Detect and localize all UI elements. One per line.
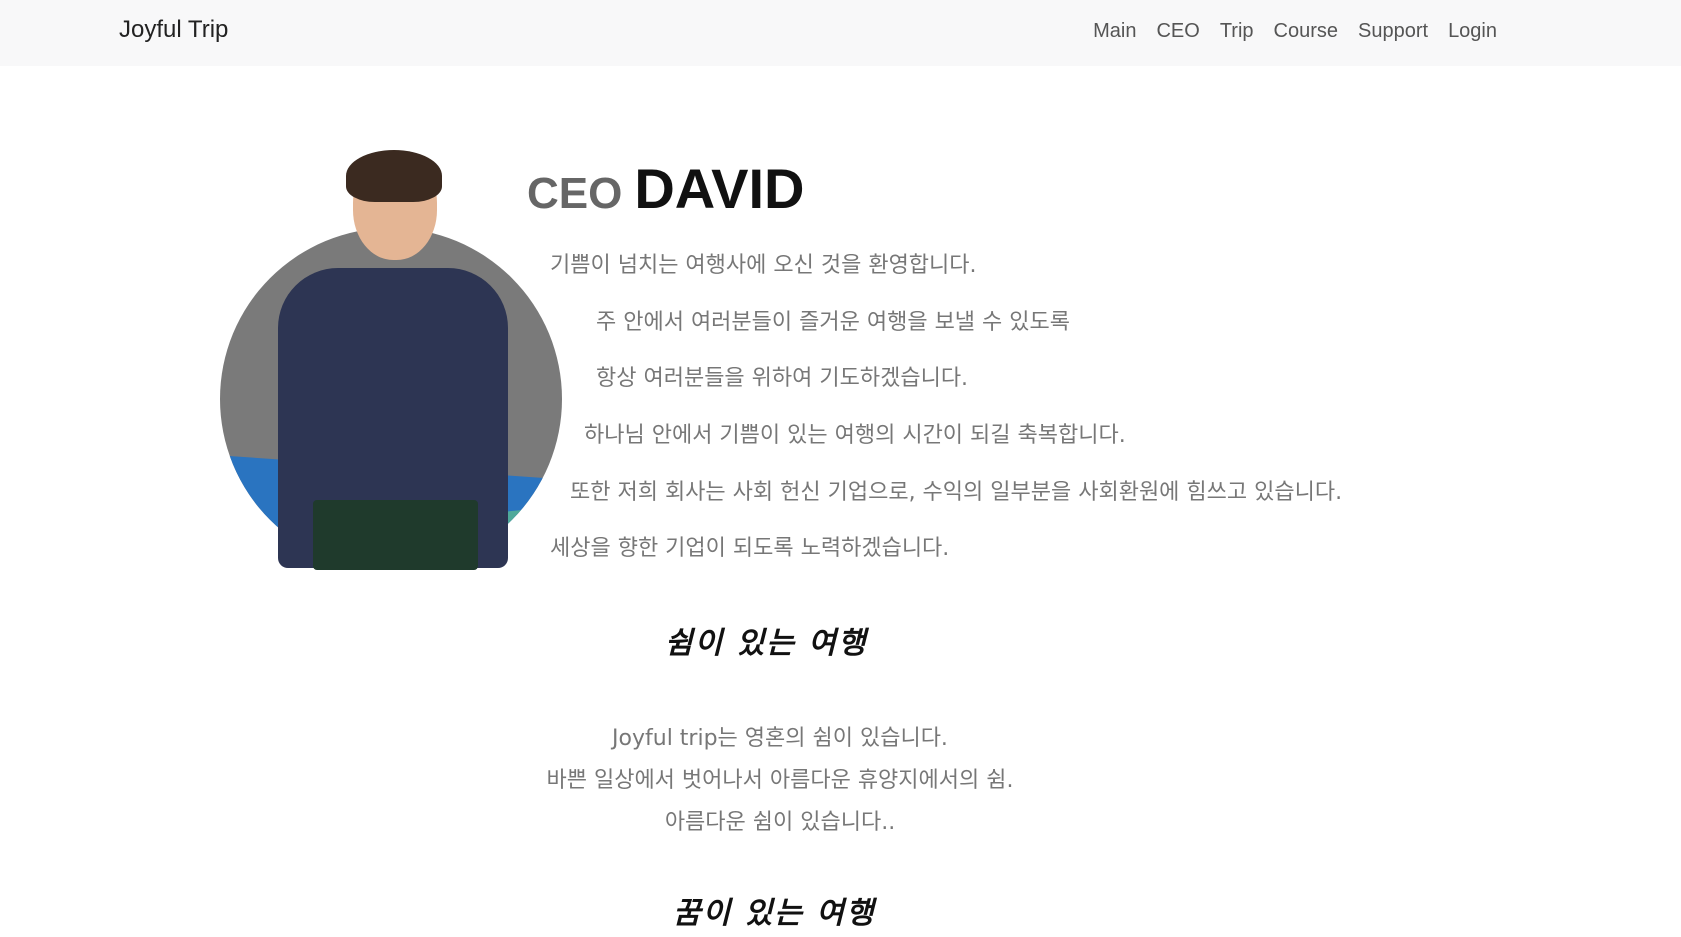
rest-line-1: Joyful trip는 영혼의 쉼이 있습니다.	[612, 726, 948, 751]
ceo-heading: CEO DAVID	[527, 156, 804, 221]
portrait-person-hair	[346, 150, 442, 202]
nav-login[interactable]: Login	[1448, 20, 1497, 43]
rest-line-2: 바쁜 일상에서 벗어나서 아름다운 휴양지에서의 쉼.	[546, 768, 1014, 793]
nav-menu: Main CEO Trip Course Support Login	[1093, 20, 1497, 43]
ceo-portrait	[218, 150, 566, 570]
ceo-title-label: CEO	[527, 169, 623, 218]
intro-line-2: 주 안에서 여러분들이 즐거운 여행을 보낼 수 있도록	[596, 310, 1070, 335]
rest-line-3: 아름다운 쉼이 있습니다..	[664, 810, 896, 835]
intro-line-3: 항상 여러분들을 위하여 기도하겠습니다.	[596, 366, 969, 391]
nav-course[interactable]: Course	[1274, 20, 1338, 43]
nav-trip[interactable]: Trip	[1220, 20, 1254, 43]
ceo-name: DAVID	[634, 157, 805, 220]
nav-support[interactable]: Support	[1358, 20, 1428, 43]
intro-line-1: 기쁨이 넘치는 여행사에 오신 것을 환영합니다.	[550, 253, 977, 278]
intro-line-5: 또한 저희 회사는 사회 헌신 기업으로, 수익의 일부분을 사회환원에 힘쓰고…	[570, 480, 1343, 505]
brand-link[interactable]: Joyful Trip	[119, 16, 228, 44]
portrait-person-pants	[313, 500, 478, 570]
nav-ceo[interactable]: CEO	[1156, 20, 1199, 43]
section-rest-text: Joyful trip는 영혼의 쉼이 있습니다. 바쁜 일상에서 벗어나서 아…	[480, 718, 1080, 844]
intro-line-4: 하나님 안에서 기쁨이 있는 여행의 시간이 되길 축복합니다.	[584, 423, 1126, 448]
nav-main[interactable]: Main	[1093, 20, 1136, 43]
section-heading-rest: 쉼이 있는 여행	[665, 626, 868, 661]
top-navbar: Joyful Trip Main CEO Trip Course Support…	[0, 0, 1681, 66]
intro-line-6: 세상을 향한 기업이 되도록 노력하겠습니다.	[550, 536, 950, 561]
section-heading-dream: 꿈이 있는 여행	[673, 896, 876, 931]
